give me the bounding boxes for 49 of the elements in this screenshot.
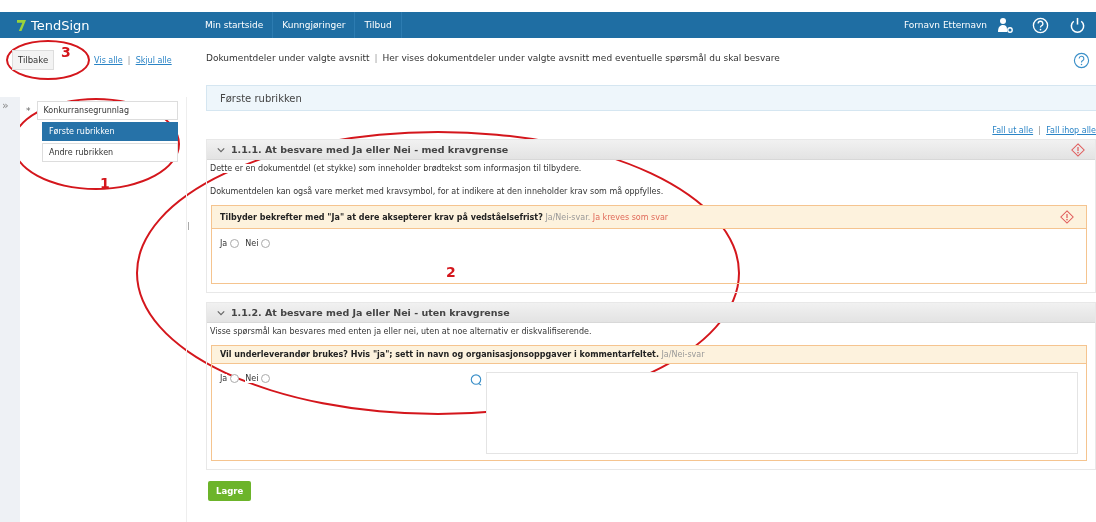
body-text: Dokumentdelen kan også vare merket med kravsymbol, for at indikere at den inneholder krav som må oppfylles. [210, 187, 664, 196]
back-button[interactable]: Tilbake [12, 50, 55, 70]
toggle-link[interactable]: Skjul alle [135, 55, 172, 65]
tree-item[interactable]: Andre rubrikken [42, 143, 178, 162]
collapse-link[interactable]: Fall ihop alle [1046, 126, 1096, 135]
tree-marker: * [26, 105, 31, 116]
option-label: Nei [245, 239, 259, 248]
help-icon[interactable] [1073, 51, 1090, 69]
option-label: Ja [220, 374, 228, 383]
toggle-link[interactable]: Vis alle [94, 55, 123, 65]
radio-button[interactable] [230, 374, 240, 383]
radio-button[interactable] [230, 239, 240, 248]
logo-text: TendSign [31, 17, 90, 33]
comment-field[interactable] [486, 372, 1078, 454]
annotation-number: 2 [446, 264, 456, 280]
collapse-link[interactable]: Fall ut alle [992, 126, 1034, 135]
chevron-icon [217, 145, 225, 154]
logo-icon [17, 19, 26, 31]
body-text: Visse spørsmål kan besvares med enten ja eller nei, uten at noe alternativ er diskvalifiserende. [210, 327, 592, 336]
option-label: Nei [245, 374, 259, 383]
comment-bubble-icon[interactable] [470, 374, 482, 386]
nav-tab[interactable]: Min startside [196, 12, 274, 38]
chevron-icon [217, 308, 225, 317]
body-text: Dette er en dokumentdel (et stykke) som inneholder brødtekst som informasjon til tilbydere. [210, 164, 582, 173]
power-icon[interactable] [1069, 16, 1086, 34]
page-title: Dokumentdeler under valgte avsnitt [206, 53, 370, 63]
section-title: Første rubrikken [220, 92, 302, 104]
option-label: Ja [220, 239, 228, 248]
tree-item[interactable]: Konkurransegrunnlag [36, 101, 178, 120]
part-header[interactable]: 1.1.2. At besvare med Ja eller Nei - uten kravgrense [207, 303, 1095, 323]
radio-button[interactable] [261, 374, 271, 383]
page-description: Her vises dokumentdeler under valgte avsnitt med eventuelle spørsmål du skal besvare [382, 53, 780, 63]
annotation-number: 1 [100, 175, 110, 191]
annotation-number: 3 [61, 44, 71, 60]
link-separator: | [1038, 125, 1042, 135]
nav-tab[interactable]: Tilbud [355, 12, 402, 38]
nav-tab[interactable]: Kunngjøringer [273, 12, 356, 38]
part-title: 1.1.1. At besvare med Ja eller Nei - med kravgrense [231, 144, 509, 155]
question-text: Tilbyder bekrefter med "Ja" at dere aksepterer krav på vedståelsefrist? Ja/Nei-svar. Ja kreves som svar [220, 212, 669, 222]
user-name[interactable]: Fornavn Etternavn [897, 20, 993, 30]
title-separator: | [374, 53, 378, 63]
link-separator: | [127, 55, 131, 65]
tree-item[interactable]: Første rubrikken [42, 122, 178, 141]
question-text: Vil underleverandør brukes? Hvis "ja"; sett in navn og organisasjonsoppgaver i kommentarfeltet. Ja/Nei-svar [220, 350, 705, 359]
part-title: 1.1.2. At besvare med Ja eller Nei - uten kravgrense [231, 307, 510, 318]
part-header[interactable]: 1.1.1. At besvare med Ja eller Nei - med kravgrense [207, 140, 1095, 160]
radio-button[interactable] [261, 239, 271, 248]
user-settings-icon[interactable] [997, 17, 1013, 33]
expand-handle[interactable]: » [0, 97, 20, 112]
